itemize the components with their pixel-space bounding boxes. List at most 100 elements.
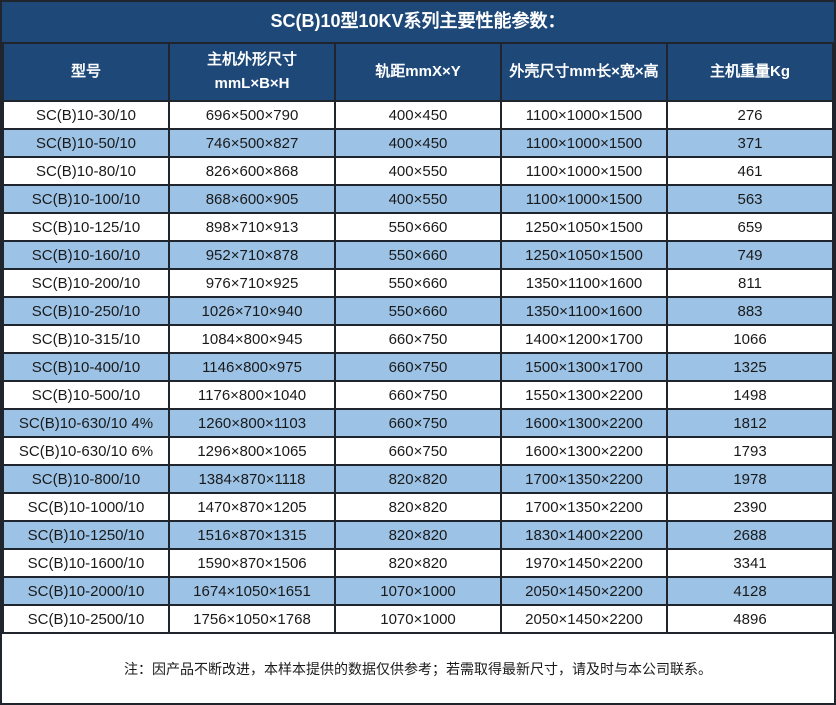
table-cell: 660×750: [335, 381, 501, 409]
table-cell: 868×600×905: [169, 185, 335, 213]
table-row: SC(B)10-250/101026×710×940550×6601350×11…: [3, 297, 833, 325]
table-row: SC(B)10-315/101084×800×945660×7501400×12…: [3, 325, 833, 353]
table-body: SC(B)10-30/10696×500×790400×4501100×1000…: [3, 101, 833, 633]
table-cell: 1350×1100×1600: [501, 269, 667, 297]
table-cell: 1384×870×1118: [169, 465, 335, 493]
table-cell: 660×750: [335, 353, 501, 381]
table-cell: SC(B)10-1250/10: [3, 521, 169, 549]
table-cell: SC(B)10-2500/10: [3, 605, 169, 633]
table-cell: 1296×800×1065: [169, 437, 335, 465]
table-cell: 1970×1450×2200: [501, 549, 667, 577]
table-cell: 1084×800×945: [169, 325, 335, 353]
table-cell: 550×660: [335, 213, 501, 241]
table-cell: 400×450: [335, 101, 501, 129]
table-cell: 660×750: [335, 325, 501, 353]
table-cell: 1500×1300×1700: [501, 353, 667, 381]
table-cell: 746×500×827: [169, 129, 335, 157]
col-header-main-size: 主机外形尺寸 mmL×B×H: [169, 43, 335, 101]
table-cell: 1830×1400×2200: [501, 521, 667, 549]
table-cell: 976×710×925: [169, 269, 335, 297]
table-row: SC(B)10-2000/101674×1050×16511070×100020…: [3, 577, 833, 605]
table-cell: 1600×1300×2200: [501, 437, 667, 465]
table-cell: 820×820: [335, 521, 501, 549]
table-row: SC(B)10-1600/101590×870×1506820×8201970×…: [3, 549, 833, 577]
table-cell: 563: [667, 185, 833, 213]
table-cell: SC(B)10-2000/10: [3, 577, 169, 605]
col-header-rail-gauge: 轨距mmX×Y: [335, 43, 501, 101]
table-cell: 1600×1300×2200: [501, 409, 667, 437]
table-cell: 2050×1450×2200: [501, 605, 667, 633]
table-cell: 660×750: [335, 437, 501, 465]
table-cell: 1700×1350×2200: [501, 493, 667, 521]
table-cell: 400×550: [335, 185, 501, 213]
table-cell: 1325: [667, 353, 833, 381]
table-row: SC(B)10-630/10 4%1260×800×1103660×750160…: [3, 409, 833, 437]
table-cell: SC(B)10-250/10: [3, 297, 169, 325]
table-cell: SC(B)10-200/10: [3, 269, 169, 297]
table-cell: 826×600×868: [169, 157, 335, 185]
table-cell: 1550×1300×2200: [501, 381, 667, 409]
table-cell: 1516×870×1315: [169, 521, 335, 549]
spec-table: 型号 主机外形尺寸 mmL×B×H 轨距mmX×Y 外壳尺寸mm长×宽×高 主机…: [2, 42, 834, 634]
table-cell: 820×820: [335, 493, 501, 521]
table-cell: SC(B)10-1600/10: [3, 549, 169, 577]
table-cell: 4128: [667, 577, 833, 605]
table-cell: 1793: [667, 437, 833, 465]
col-header-weight: 主机重量Kg: [667, 43, 833, 101]
table-cell: 4896: [667, 605, 833, 633]
table-cell: 1350×1100×1600: [501, 297, 667, 325]
table-cell: 1100×1000×1500: [501, 157, 667, 185]
table-cell: 1026×710×940: [169, 297, 335, 325]
table-cell: 1146×800×975: [169, 353, 335, 381]
table-cell: 276: [667, 101, 833, 129]
table-cell: 659: [667, 213, 833, 241]
table-cell: 1100×1000×1500: [501, 185, 667, 213]
table-row: SC(B)10-1250/101516×870×1315820×8201830×…: [3, 521, 833, 549]
table-cell: 749: [667, 241, 833, 269]
table-cell: 1756×1050×1768: [169, 605, 335, 633]
table-row: SC(B)10-125/10898×710×913550×6601250×105…: [3, 213, 833, 241]
table-cell: 1250×1050×1500: [501, 241, 667, 269]
table-row: SC(B)10-200/10976×710×925550×6601350×110…: [3, 269, 833, 297]
table-cell: 2390: [667, 493, 833, 521]
table-cell: 660×750: [335, 409, 501, 437]
col-header-model: 型号: [3, 43, 169, 101]
table-cell: SC(B)10-30/10: [3, 101, 169, 129]
table-cell: SC(B)10-630/10 6%: [3, 437, 169, 465]
table-cell: SC(B)10-160/10: [3, 241, 169, 269]
table-cell: 1470×870×1205: [169, 493, 335, 521]
table-cell: 811: [667, 269, 833, 297]
col-header-shell-size: 外壳尺寸mm长×宽×高: [501, 43, 667, 101]
table-cell: SC(B)10-500/10: [3, 381, 169, 409]
table-cell: 1978: [667, 465, 833, 493]
table-cell: 400×550: [335, 157, 501, 185]
table-cell: 1100×1000×1500: [501, 129, 667, 157]
table-cell: 1066: [667, 325, 833, 353]
header-row: 型号 主机外形尺寸 mmL×B×H 轨距mmX×Y 外壳尺寸mm长×宽×高 主机…: [3, 43, 833, 101]
table-cell: 2050×1450×2200: [501, 577, 667, 605]
table-cell: 1100×1000×1500: [501, 101, 667, 129]
table-row: SC(B)10-400/101146×800×975660×7501500×13…: [3, 353, 833, 381]
table-cell: SC(B)10-630/10 4%: [3, 409, 169, 437]
table-cell: 1674×1050×1651: [169, 577, 335, 605]
table-cell: 1400×1200×1700: [501, 325, 667, 353]
table-row: SC(B)10-2500/101756×1050×17681070×100020…: [3, 605, 833, 633]
table-cell: 461: [667, 157, 833, 185]
table-row: SC(B)10-100/10868×600×905400×5501100×100…: [3, 185, 833, 213]
table-cell: 1070×1000: [335, 577, 501, 605]
table-cell: 400×450: [335, 129, 501, 157]
table-row: SC(B)10-630/10 6%1296×800×1065660×750160…: [3, 437, 833, 465]
table-cell: 2688: [667, 521, 833, 549]
table-cell: 1498: [667, 381, 833, 409]
table-cell: 1260×800×1103: [169, 409, 335, 437]
footer-note: 注：因产品不断改进，本样本提供的数据仅供参考；若需取得最新尺寸，请及时与本公司联…: [2, 632, 834, 703]
table-cell: 1700×1350×2200: [501, 465, 667, 493]
table-cell: 550×660: [335, 241, 501, 269]
table-cell: SC(B)10-50/10: [3, 129, 169, 157]
table-cell: 696×500×790: [169, 101, 335, 129]
table-cell: 820×820: [335, 549, 501, 577]
table-cell: SC(B)10-80/10: [3, 157, 169, 185]
spec-sheet: SC(B)10型10KV系列主要性能参数： 型号 主机外形尺寸 mmL×B×H …: [0, 0, 836, 705]
table-cell: 1250×1050×1500: [501, 213, 667, 241]
table-cell: SC(B)10-1000/10: [3, 493, 169, 521]
